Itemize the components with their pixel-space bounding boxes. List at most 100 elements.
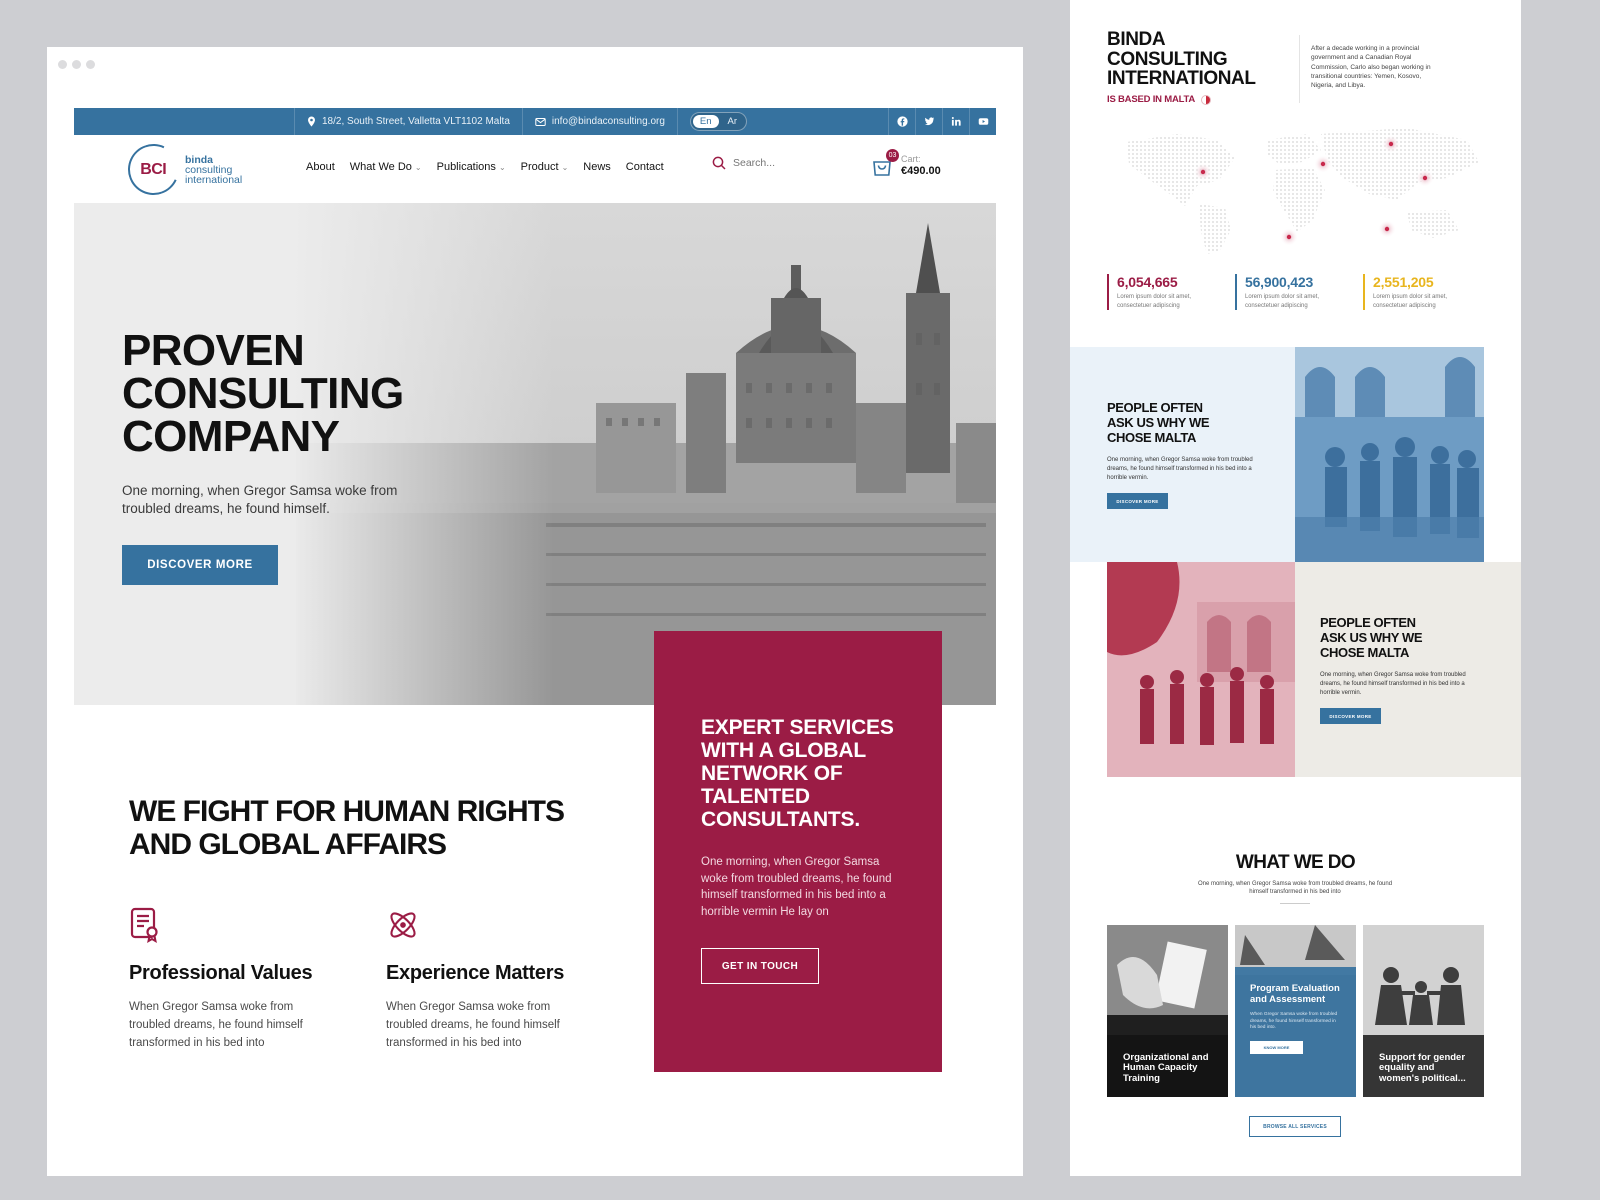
social-links xyxy=(888,108,996,135)
why-malta-tile: PEOPLE OFTEN ASK US WHY WE CHOSE MALTA O… xyxy=(1070,347,1295,562)
stat-text: Lorem ipsum dolor sit amet, consectetuer… xyxy=(1117,294,1192,309)
nav-item-publications[interactable]: Publications ⌄ xyxy=(437,161,506,173)
card-title: EXPERT SERVICES WITH A GLOBAL NETWORK OF… xyxy=(701,716,894,831)
language-switch[interactable]: En Ar xyxy=(689,112,748,131)
crowd-photo-blue xyxy=(1295,347,1484,562)
mail-icon xyxy=(535,117,546,126)
window-dot-icon[interactable] xyxy=(72,60,81,69)
cart-label: Cart: xyxy=(901,154,921,164)
secondary-page-preview: BINDA CONSULTING INTERNATIONAL IS BASED … xyxy=(1070,0,1521,1176)
search-box xyxy=(712,156,823,170)
logo-mark: BCI xyxy=(120,136,187,203)
email-link[interactable]: info@bindaconsulting.org xyxy=(552,116,665,127)
feature-text: When Gregor Samsa woke from troubled dre… xyxy=(386,1001,560,1049)
cart-widget[interactable]: 03 Cart: €490.00 xyxy=(871,148,941,177)
stats-row: 6,054,665 Lorem ipsum dolor sit amet, co… xyxy=(1107,274,1451,310)
card-label: Organizational and Human Capacity Traini… xyxy=(1123,1051,1209,1084)
language-switch-wrap: En Ar xyxy=(676,108,759,135)
hero-title: PROVEN CONSULTING COMPANY xyxy=(122,326,404,461)
twitter-icon xyxy=(924,117,934,126)
search-icon[interactable] xyxy=(712,156,726,170)
linkedin-icon xyxy=(951,117,961,126)
cart-summary: Cart: €490.00 xyxy=(901,154,941,177)
linkedin-link[interactable] xyxy=(942,108,969,135)
browser-window: 18/2, South Street, Valletta VLT1102 Mal… xyxy=(47,47,1023,1176)
chevron-down-icon: ⌄ xyxy=(561,162,569,172)
card-label: Program Evaluation and Assessment xyxy=(1250,983,1340,1005)
discover-more-button[interactable]: DISCOVER MORE xyxy=(122,545,278,585)
feature-professional-values: Professional Values When Gregor Samsa wo… xyxy=(129,907,329,1052)
card-label: Support for gender equality and women's … xyxy=(1379,1051,1466,1084)
nav-item-product[interactable]: Product ⌄ xyxy=(521,161,569,173)
stat-text: Lorem ipsum dolor sit amet, consectetuer… xyxy=(1373,294,1448,309)
nav-item-contact[interactable]: Contact xyxy=(626,161,664,173)
cart-amount: €490.00 xyxy=(901,165,941,177)
cart-icon-wrap: 03 xyxy=(871,148,899,177)
email-item[interactable]: info@bindaconsulting.org xyxy=(521,108,677,135)
feature-title: Experience Matters xyxy=(386,962,565,984)
what-we-do-title: WHAT WE DO xyxy=(1235,852,1356,873)
nav-item-news[interactable]: News xyxy=(583,161,611,173)
feature-title: Professional Values xyxy=(129,962,313,984)
service-card[interactable]: Organizational and Human Capacity Traini… xyxy=(1107,925,1228,1097)
tile-title: PEOPLE OFTEN ASK US WHY WE CHOSE MALTA xyxy=(1107,400,1210,445)
discover-more-button[interactable]: DISCOVER MORE xyxy=(1320,708,1381,724)
discover-more-button[interactable]: DISCOVER MORE xyxy=(1107,493,1168,509)
location-pin-icon xyxy=(308,116,315,127)
search-input[interactable] xyxy=(733,157,823,169)
hero-subtitle: One morning, when Gregor Samsa woke from… xyxy=(122,483,398,516)
lang-ar[interactable]: Ar xyxy=(721,115,745,128)
feature-experience-matters: Experience Matters When Gregor Samsa wok… xyxy=(386,907,586,1052)
window-dot-icon[interactable] xyxy=(58,60,67,69)
based-in-label: IS BASED IN MALTA xyxy=(1107,94,1212,105)
tile-text: One morning, when Gregor Samsa woke from… xyxy=(1107,457,1253,481)
youtube-icon xyxy=(978,118,988,125)
feature-text: When Gregor Samsa woke from troubled dre… xyxy=(129,1001,303,1049)
logo-wordmark: binda consulting international xyxy=(185,153,243,186)
browse-all-services-button[interactable]: BROWSE ALL SERVICES xyxy=(1249,1116,1341,1137)
expert-services-card: EXPERT SERVICES WITH A GLOBAL NETWORK OF… xyxy=(654,631,942,1072)
stat-item: 2,551,205 Lorem ipsum dolor sit amet, co… xyxy=(1363,274,1451,310)
top-info-bar: 18/2, South Street, Valletta VLT1102 Mal… xyxy=(74,108,996,135)
address-item: 18/2, South Street, Valletta VLT1102 Mal… xyxy=(294,108,522,135)
tile-text: One morning, when Gregor Samsa woke from… xyxy=(1320,672,1466,696)
what-we-do-subtitle: One morning, when Gregor Samsa woke from… xyxy=(1197,881,1393,895)
chevron-down-icon: ⌄ xyxy=(414,162,422,172)
twitter-link[interactable] xyxy=(915,108,942,135)
stat-value: 56,900,423 xyxy=(1245,274,1314,290)
atom-icon xyxy=(390,912,416,938)
window-controls xyxy=(58,60,95,69)
crowd-photo-red xyxy=(1107,562,1295,777)
about-text: After a decade working in a provincial g… xyxy=(1311,45,1431,90)
nav-item-about[interactable]: About xyxy=(306,161,335,173)
card-overlay: Program Evaluation and Assessment When G… xyxy=(1235,967,1356,1097)
know-more-button[interactable]: KNOW MORE xyxy=(1250,1040,1303,1054)
nav-item-what-we-do[interactable]: What We Do ⌄ xyxy=(350,161,422,173)
certificate-icon xyxy=(130,907,158,943)
nav-menu: About What We Do ⌄ Publications ⌄ Product ⌄… xyxy=(306,161,664,173)
stat-value: 6,054,665 xyxy=(1117,274,1178,290)
hero-section: PROVEN CONSULTING COMPANY One morning, w… xyxy=(74,203,996,705)
malta-flag-icon xyxy=(1201,94,1212,105)
site-logo[interactable]: BCI binda consulting international xyxy=(120,136,243,203)
window-dot-icon[interactable] xyxy=(86,60,95,69)
lang-en[interactable]: En xyxy=(692,115,719,128)
stat-value: 2,551,205 xyxy=(1373,274,1434,290)
facebook-icon xyxy=(896,116,908,127)
main-navigation: BCI binda consulting international About… xyxy=(74,135,996,203)
world-map-image xyxy=(1127,128,1479,254)
stat-item: 56,900,423 Lorem ipsum dolor sit amet, c… xyxy=(1235,274,1323,310)
card-text: When Gregor Samsa woke from troubled dre… xyxy=(1250,1012,1338,1031)
tile-title: PEOPLE OFTEN ASK US WHY WE CHOSE MALTA xyxy=(1320,615,1423,660)
card-text: One morning, when Gregor Samsa woke from… xyxy=(701,856,892,918)
service-card-active[interactable]: Program Evaluation and Assessment When G… xyxy=(1235,925,1356,1097)
get-in-touch-button[interactable]: GET IN TOUCH xyxy=(701,948,819,984)
service-card[interactable]: Support for gender equality and women's … xyxy=(1363,925,1484,1097)
chevron-down-icon: ⌄ xyxy=(498,162,506,172)
address-text: 18/2, South Street, Valletta VLT1102 Mal… xyxy=(322,116,510,127)
why-malta-tile-2: PEOPLE OFTEN ASK US WHY WE CHOSE MALTA O… xyxy=(1295,562,1521,777)
youtube-link[interactable] xyxy=(969,108,996,135)
stat-item: 6,054,665 Lorem ipsum dolor sit amet, co… xyxy=(1107,274,1195,310)
facebook-link[interactable] xyxy=(888,108,915,135)
company-title: BINDA CONSULTING INTERNATIONAL xyxy=(1107,29,1256,89)
